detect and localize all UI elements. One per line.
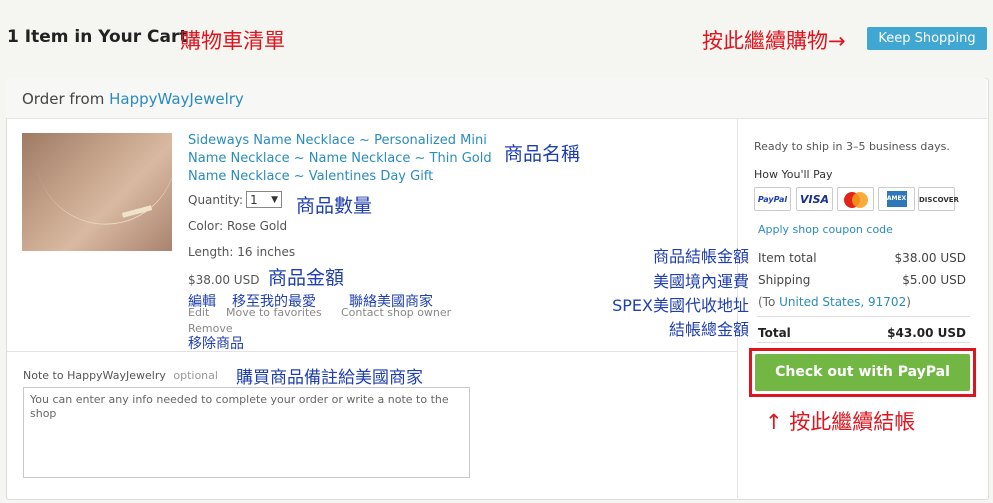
address-annotation: SPEX美國代收地址 — [612, 296, 749, 315]
quantity-select[interactable]: 1 ▼ — [246, 191, 282, 208]
note-divider — [7, 351, 737, 352]
keep-shopping-button[interactable]: Keep Shopping — [867, 27, 987, 50]
cart-title: 1 Item in Your Cart — [7, 27, 188, 47]
ship-to: (To United States, 91702) — [758, 295, 911, 309]
product-name-link[interactable]: Sideways Name Necklace ~ Personalized Mi… — [188, 132, 498, 186]
product-image[interactable] — [22, 133, 172, 251]
product-name-line: Sideways Name Necklace ~ Personalized Mi… — [188, 133, 487, 148]
ship-to-link[interactable]: United States, 91702 — [779, 295, 906, 309]
ship-to-suffix: ) — [906, 295, 911, 309]
checkout-paypal-button[interactable]: Check out with PayPal — [755, 354, 970, 391]
note-label-text: Note to HappyWayJewelry — [23, 369, 166, 382]
product-length: Length: 16 inches — [188, 245, 296, 259]
total-value: $43.00 USD — [887, 326, 966, 340]
shipping-value: $5.00 USD — [902, 273, 966, 287]
total-annotation: 結帳總金額 — [668, 320, 749, 339]
move-to-favorites-link[interactable]: Move to favorites — [226, 306, 322, 319]
mastercard-icon — [837, 187, 874, 211]
shipping-annotation: 美國境內運費 — [652, 272, 749, 291]
checkout-annotation: ↑ 按此繼續結帳 — [765, 410, 916, 434]
order-from: Order from HappyWayJewelry — [22, 90, 244, 108]
note-textarea[interactable]: You can enter any info needed to complet… — [23, 387, 470, 478]
item-total-label: Item total — [758, 251, 817, 265]
coupon-link[interactable]: Apply shop coupon code — [758, 223, 893, 236]
quantity-value: 1 — [250, 193, 258, 207]
contact-shop-owner-link[interactable]: Contact shop owner — [341, 306, 451, 319]
edit-link[interactable]: Edit — [188, 306, 209, 319]
note-annotation: 購買商品備註給美國商家 — [236, 368, 423, 388]
necklace-chain — [35, 133, 172, 238]
price-annotation: 商品金額 — [268, 267, 345, 289]
shop-name-link[interactable]: HappyWayJewelry — [109, 90, 244, 108]
order-from-label: Order from — [22, 90, 105, 108]
how-pay-label: How You'll Pay — [754, 168, 833, 181]
note-label: Note to HappyWayJewelry optional — [23, 369, 218, 382]
visa-card-icon: VISA — [796, 187, 833, 211]
keep-shopping-annotation: 按此繼續購物→ — [702, 29, 846, 53]
product-name-line: Name Necklace ~ Valentines Day Gift — [188, 169, 434, 184]
remove-annotation: 移除商品 — [188, 336, 244, 352]
product-name-annotation: 商品名稱 — [504, 143, 581, 165]
paypal-card-icon: PayPal — [754, 187, 791, 211]
product-name-line: Name Necklace ~ Name Necklace ~ Thin Gol… — [188, 151, 492, 166]
quantity-annotation: 商品數量 — [296, 195, 373, 217]
item-total-value: $38.00 USD — [894, 251, 966, 265]
ship-note: Ready to ship in 3–5 business days. — [754, 140, 950, 153]
discover-card-icon: DISCOVER — [918, 187, 959, 211]
total-label: Total — [758, 326, 791, 340]
amex-card-icon: AMEX — [878, 187, 915, 211]
ship-to-prefix: (To — [758, 295, 780, 309]
note-optional: optional — [173, 369, 218, 382]
product-price: $38.00 USD — [188, 273, 260, 287]
product-color: Color: Rose Gold — [188, 219, 288, 233]
quantity-label: Quantity: — [188, 193, 244, 207]
summary-divider — [757, 316, 970, 317]
dropdown-arrow-icon: ▼ — [271, 195, 278, 205]
shipping-label: Shipping — [758, 273, 811, 287]
summary-divider — [757, 342, 970, 343]
cart-title-annotation: 購物車清單 — [180, 29, 285, 53]
item-total-annotation: 商品結帳金額 — [652, 247, 749, 266]
